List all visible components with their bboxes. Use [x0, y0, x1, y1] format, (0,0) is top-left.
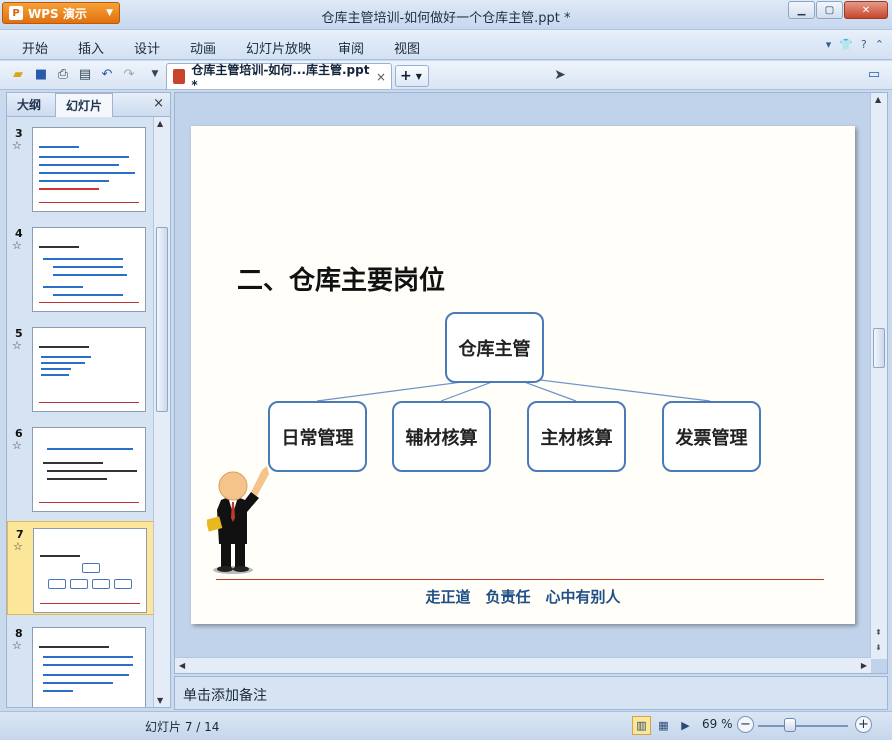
- help-icon[interactable]: ?: [861, 38, 867, 51]
- window-title: 仓库主管培训-如何做好一个仓库主管.ppt *: [321, 11, 571, 26]
- slide-preview: [32, 627, 146, 707]
- window-list-icon[interactable]: ▭: [866, 66, 882, 82]
- scroll-left-icon[interactable]: ◀: [179, 661, 185, 670]
- current-slide[interactable]: 二、仓库主要岗位 仓库主管 日常管理 辅材核算 主材核算 发票管理 走正道 负责…: [191, 126, 855, 624]
- tab-slides[interactable]: 幻灯片: [55, 93, 114, 117]
- zoom-level: 69 %: [702, 717, 733, 731]
- notes-pane[interactable]: 单击添加备注: [174, 676, 888, 710]
- scroll-right-icon[interactable]: ▶: [861, 661, 867, 670]
- scroll-up-icon[interactable]: ▲: [157, 119, 163, 128]
- zoom-slider-track[interactable]: [758, 725, 848, 727]
- status-bar: 幻灯片 7 / 14 ▥ ▦ ▶ 69 % − +: [0, 711, 892, 740]
- thumbnail-slide-8[interactable]: 8 ☆: [7, 621, 154, 707]
- menu-item-insert[interactable]: 插入: [78, 38, 104, 57]
- org-node-daily-management[interactable]: 日常管理: [268, 401, 367, 472]
- scroll-down-icon[interactable]: ▼: [157, 696, 163, 705]
- title-bar: P WPS 演示 ▼ 仓库主管培训-如何做好一个仓库主管.ppt * ▁ ▢ ✕: [0, 0, 892, 30]
- close-tab-icon[interactable]: ×: [376, 70, 386, 84]
- mouse-cursor-icon: ➤: [554, 67, 566, 83]
- thumbnail-slide-7[interactable]: 7 ☆: [7, 521, 154, 615]
- org-node-auxiliary-accounting[interactable]: 辅材核算: [392, 401, 491, 472]
- animation-star-icon: ☆: [12, 439, 22, 452]
- slide-vertical-scrollbar[interactable]: ▲ ⇞ ⇟: [870, 93, 887, 659]
- scroll-up-icon[interactable]: ▲: [875, 95, 881, 104]
- scrollbar-thumb[interactable]: [873, 328, 885, 368]
- menu-item-design[interactable]: 设计: [134, 38, 160, 57]
- slide-thumbnails: 3 ☆ 4 ☆ 5 ☆ 6 ☆ 7 ☆ 8 ☆: [7, 117, 154, 707]
- slides-panel: 大纲 幻灯片 × 3 ☆ 4 ☆ 5 ☆ 6 ☆ 7 ☆ 8 ☆ ▲ ▼: [6, 92, 171, 708]
- panel-tabs: 大纲 幻灯片 ×: [7, 93, 170, 117]
- notes-placeholder: 单击添加备注: [183, 688, 267, 704]
- menu-item-slideshow[interactable]: 幻灯片放映: [246, 38, 311, 57]
- print-icon[interactable]: ⎙: [55, 66, 71, 82]
- close-panel-icon[interactable]: ×: [153, 96, 164, 111]
- slideshow-view-icon[interactable]: ▶: [676, 716, 695, 735]
- menu-item-home[interactable]: 开始: [22, 38, 48, 57]
- org-node-main-material-accounting[interactable]: 主材核算: [527, 401, 626, 472]
- print-preview-icon[interactable]: ▤: [77, 66, 93, 82]
- animation-star-icon: ☆: [12, 639, 22, 652]
- slide-sorter-view-icon[interactable]: ▦: [654, 716, 673, 735]
- thumbnails-scrollbar[interactable]: ▲ ▼: [153, 117, 170, 707]
- animation-star-icon: ☆: [12, 339, 22, 352]
- zoom-in-button[interactable]: +: [855, 716, 872, 733]
- animation-star-icon: ☆: [13, 540, 23, 553]
- slide-preview: [32, 127, 146, 212]
- undo-icon[interactable]: ↶: [99, 66, 115, 82]
- skin-icon[interactable]: 👕: [839, 38, 853, 51]
- ppt-file-icon: [173, 69, 186, 84]
- chevron-down-icon: ▼: [415, 71, 422, 81]
- slide-preview: [33, 528, 147, 613]
- animation-star-icon: ☆: [12, 239, 22, 252]
- normal-view-icon[interactable]: ▥: [632, 716, 651, 735]
- customize-toolbar-icon[interactable]: ▼: [147, 66, 163, 82]
- new-document-button[interactable]: + ▼: [395, 65, 429, 87]
- save-icon[interactable]: ■: [33, 66, 49, 82]
- menu-bar: 开始 插入 设计 动画 幻灯片放映 审阅 视图 ▾ 👕 ? ⌃: [0, 30, 892, 60]
- thumbnail-slide-4[interactable]: 4 ☆: [7, 221, 154, 315]
- slide-footer-motto[interactable]: 走正道 负责任 心中有别人: [191, 586, 855, 607]
- minimize-button[interactable]: ▁: [788, 1, 815, 19]
- previous-slide-icon[interactable]: ⇞: [875, 628, 882, 637]
- menu-item-review[interactable]: 审阅: [338, 38, 364, 57]
- zoom-slider-thumb[interactable]: [784, 718, 796, 732]
- thumbnail-slide-5[interactable]: 5 ☆: [7, 321, 154, 415]
- close-window-button[interactable]: ✕: [844, 1, 888, 19]
- presenter-figure-image[interactable]: [207, 466, 277, 576]
- zoom-out-button[interactable]: −: [737, 716, 754, 733]
- thumbnail-slide-3[interactable]: 3 ☆: [7, 121, 154, 215]
- document-tab[interactable]: 仓库主管培训-如何...库主管.ppt * ×: [166, 63, 392, 92]
- org-node-invoice-management[interactable]: 发票管理: [662, 401, 761, 472]
- open-folder-icon[interactable]: ▰: [10, 66, 26, 82]
- chevron-down-icon[interactable]: ▾: [826, 38, 832, 51]
- slide-editor: 二、仓库主要岗位 仓库主管 日常管理 辅材核算 主材核算 发票管理 走正道 负责…: [174, 92, 888, 674]
- slide-preview: [32, 327, 146, 412]
- tab-outline[interactable]: 大纲: [17, 96, 41, 113]
- slide-preview: [32, 227, 146, 312]
- menu-item-view[interactable]: 视图: [394, 38, 420, 57]
- slide-horizontal-scrollbar[interactable]: ◀ ▶: [175, 657, 871, 673]
- document-tab-label: 仓库主管培训-如何...库主管.ppt *: [191, 63, 370, 92]
- plus-icon: +: [400, 68, 412, 84]
- slide-preview: [32, 427, 146, 512]
- next-slide-icon[interactable]: ⇟: [875, 643, 882, 652]
- footer-divider: [216, 579, 824, 580]
- redo-icon[interactable]: ↷: [121, 66, 137, 82]
- org-node-root[interactable]: 仓库主管: [445, 312, 544, 383]
- slide-counter: 幻灯片 7 / 14: [145, 720, 220, 734]
- thumbnail-slide-6[interactable]: 6 ☆: [7, 421, 154, 515]
- quick-access-toolbar: ▰ ■ ⎙ ▤ ↶ ↷ ▼ 仓库主管培训-如何...库主管.ppt * × + …: [0, 61, 892, 92]
- animation-star-icon: ☆: [12, 139, 22, 152]
- scrollbar-thumb[interactable]: [156, 227, 168, 412]
- maximize-button[interactable]: ▢: [816, 1, 843, 19]
- menu-item-animation[interactable]: 动画: [190, 38, 216, 57]
- collapse-ribbon-icon[interactable]: ⌃: [875, 38, 884, 51]
